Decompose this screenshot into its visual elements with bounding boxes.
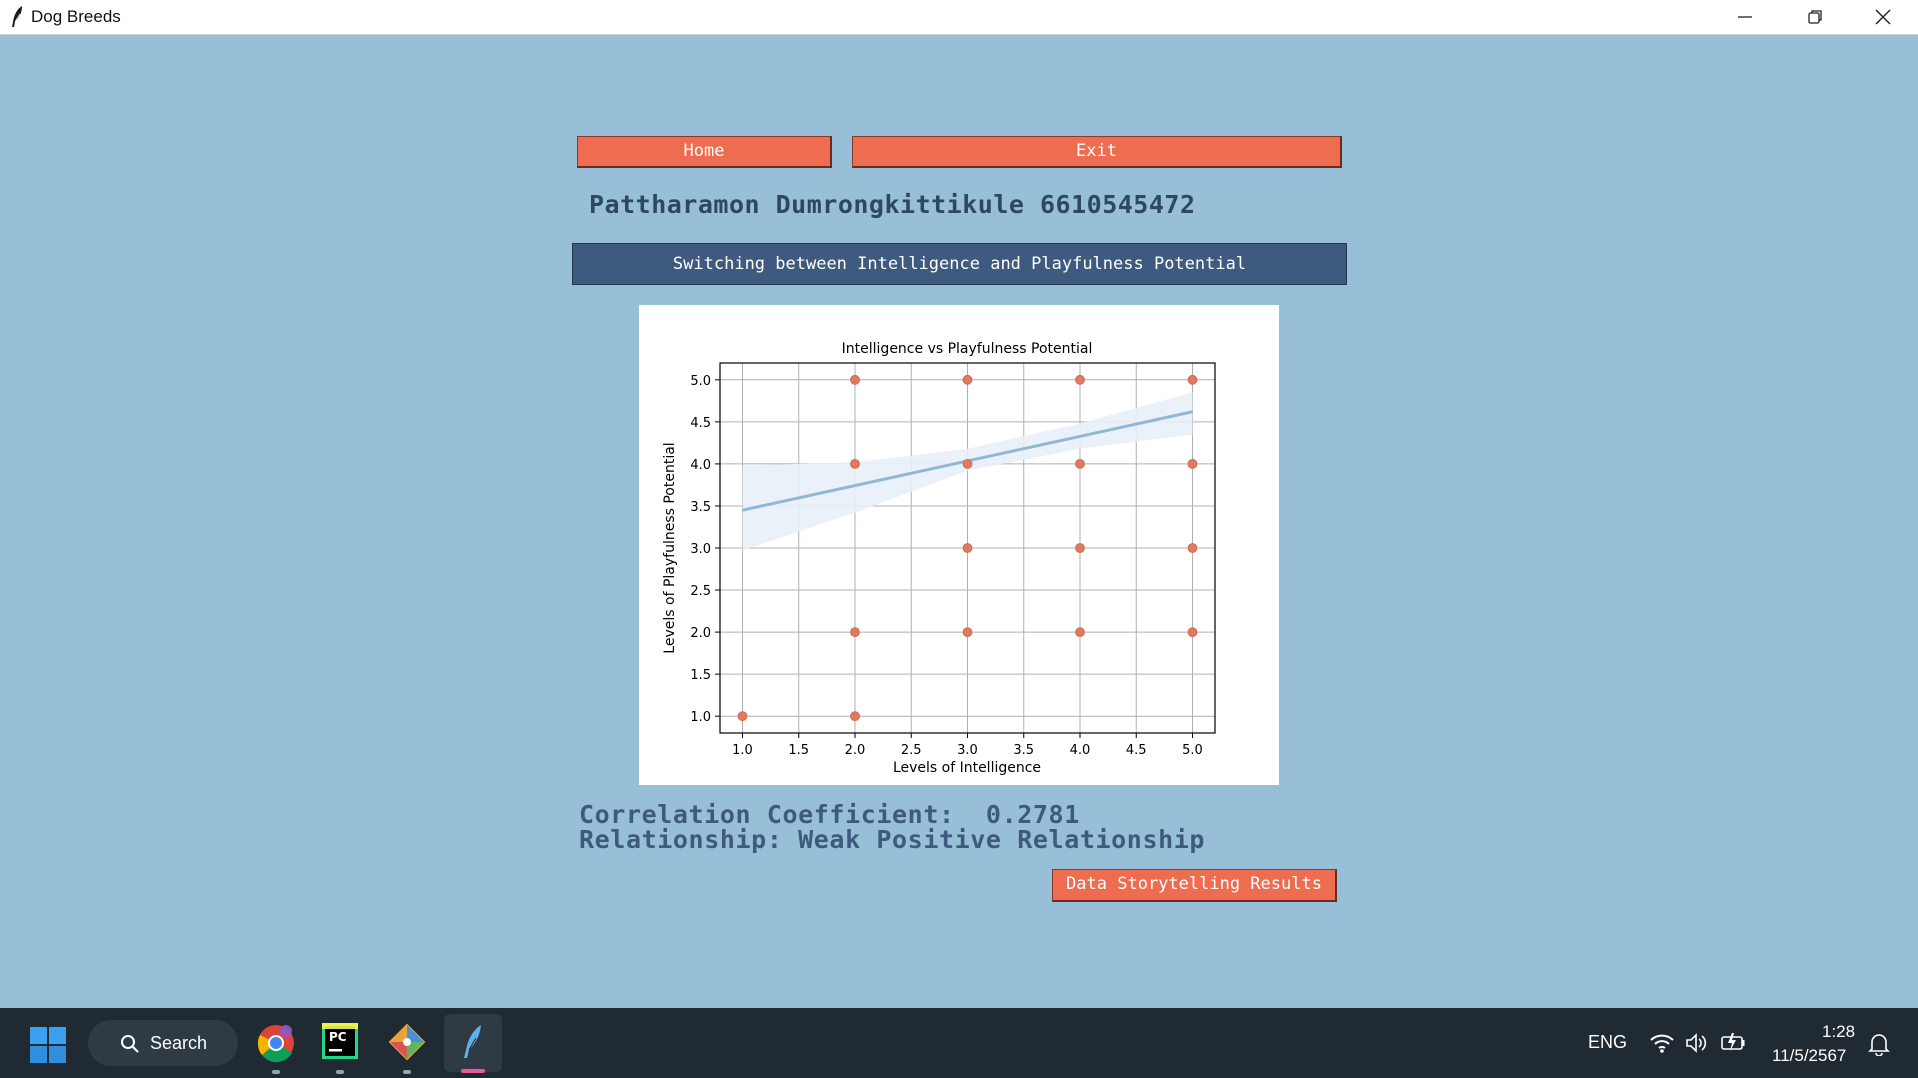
chart-panel: Intelligence vs Playfulness Potential 1.… (639, 305, 1279, 785)
x-tick-label: 3.0 (957, 743, 978, 758)
data-point (850, 374, 860, 385)
active-app-indicator (461, 1069, 485, 1073)
chart-title: Intelligence vs Playfulness Potential (842, 341, 1093, 357)
x-axis-label: Levels of Intelligence (893, 760, 1041, 776)
close-button[interactable] (1848, 0, 1918, 34)
restore-button[interactable] (1780, 0, 1850, 34)
scatter-chart: Intelligence vs Playfulness Potential 1.… (662, 341, 1216, 776)
clock-time[interactable]: 1:28 (1822, 1022, 1855, 1042)
language-indicator[interactable]: ENG (1588, 1032, 1627, 1053)
x-tick-label: 2.0 (845, 743, 866, 758)
minimize-icon (1738, 16, 1752, 18)
close-icon (1875, 9, 1891, 25)
y-tick-label: 3.0 (690, 542, 711, 557)
data-point (737, 711, 748, 722)
data-point (850, 458, 860, 469)
data-point (1075, 458, 1085, 469)
exit-button[interactable]: Exit (852, 136, 1342, 168)
pycharm-icon[interactable]: PC (322, 1023, 358, 1059)
y-tick-label: 4.0 (690, 458, 711, 473)
restore-icon (1808, 10, 1822, 24)
data-point (962, 374, 973, 385)
y-tick-label: 2.0 (690, 626, 711, 641)
y-tick-label: 2.5 (690, 584, 711, 599)
pycharm-running-indicator (336, 1070, 344, 1074)
title-bar: Dog Breeds (0, 0, 1918, 35)
switch-attribute-button[interactable]: Switching between Intelligence and Playf… (572, 243, 1347, 285)
x-tick-label: 4.0 (1070, 743, 1091, 758)
y-axis-label: Levels of Playfulness Potential (662, 442, 678, 653)
x-tick-label: 1.5 (788, 743, 809, 758)
data-point (962, 543, 973, 553)
data-point (1187, 374, 1198, 385)
data-point (962, 627, 973, 638)
data-point (1075, 627, 1085, 638)
taskbar-search[interactable]: Search (88, 1020, 238, 1066)
home-button[interactable]: Home (577, 136, 832, 168)
x-tick-label: 1.0 (732, 743, 753, 758)
x-tick-label: 2.5 (901, 743, 922, 758)
data-point (1075, 374, 1085, 385)
y-tick-label: 4.5 (690, 416, 711, 431)
search-label: Search (150, 1033, 208, 1053)
relationship-text: Relationship: Weak Positive Relationship (579, 825, 1206, 854)
active-app-tile[interactable] (444, 1014, 502, 1072)
x-tick-label: 5.0 (1182, 743, 1203, 758)
data-point (962, 458, 973, 469)
clock-date[interactable]: 11/5/2567 (1772, 1046, 1846, 1066)
volume-icon[interactable] (1685, 1032, 1709, 1054)
taskbar: Search PC ENG 1:28 11/5/2567 (0, 1008, 1918, 1078)
student-name-label: Pattharamon Dumrongkittikule 6610545472 (589, 190, 1196, 219)
minimize-button[interactable] (1710, 0, 1780, 34)
battery-icon[interactable] (1720, 1030, 1746, 1054)
y-tick-label: 1.5 (690, 668, 711, 683)
search-icon (121, 1035, 139, 1053)
y-tick-label: 5.0 (690, 374, 711, 389)
chrome-icon[interactable] (256, 1023, 296, 1063)
x-tick-label: 4.5 (1126, 743, 1147, 758)
data-point (1075, 543, 1085, 553)
chrome-running-indicator (272, 1070, 280, 1074)
feather-icon (12, 6, 22, 27)
wifi-icon[interactable] (1649, 1032, 1675, 1054)
data-point (1187, 458, 1198, 469)
feather-icon (464, 1025, 481, 1058)
x-tick-label: 3.5 (1013, 743, 1034, 758)
data-point (850, 627, 860, 638)
git-icon[interactable] (388, 1023, 426, 1061)
data-point (1187, 627, 1198, 638)
data-point (850, 711, 860, 722)
svg-text:PC: PC (329, 1030, 347, 1044)
window-title: Dog Breeds (31, 7, 121, 26)
git-running-indicator (403, 1070, 411, 1074)
data-point (1187, 543, 1198, 553)
notification-bell-icon[interactable] (1868, 1032, 1890, 1056)
y-tick-label: 1.0 (690, 710, 711, 725)
windows-start-icon[interactable] (30, 1027, 66, 1063)
data-storytelling-button[interactable]: Data Storytelling Results (1052, 869, 1337, 902)
y-tick-label: 3.5 (690, 500, 711, 515)
